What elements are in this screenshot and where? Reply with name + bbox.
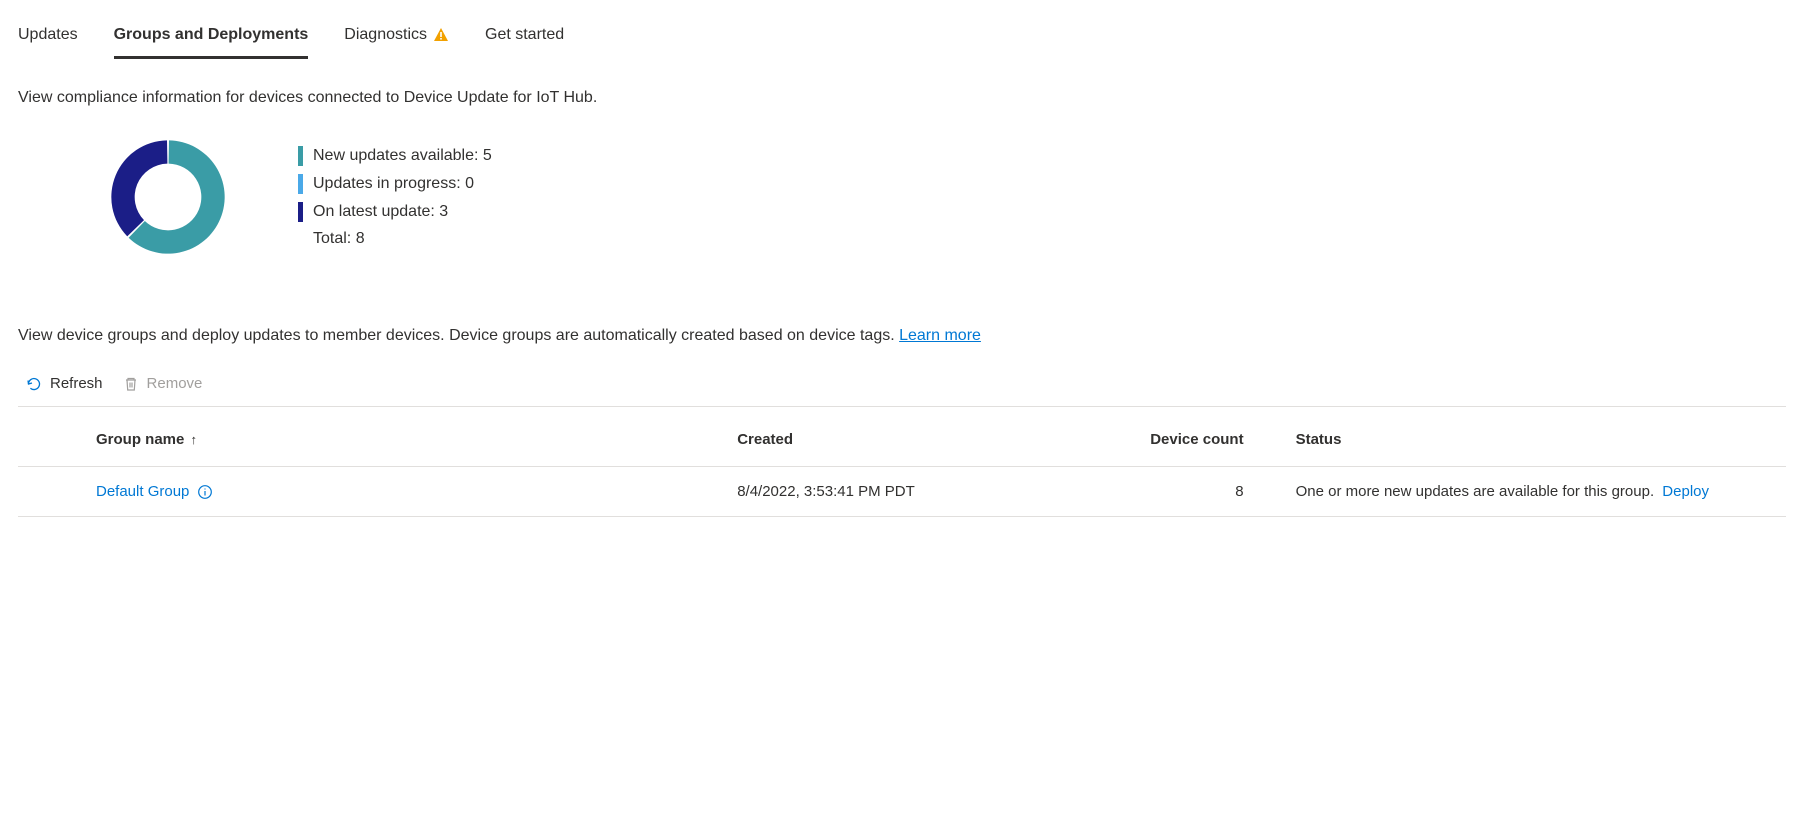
tab-diagnostics[interactable]: Diagnostics bbox=[344, 18, 449, 59]
remove-button: Remove bbox=[123, 375, 203, 392]
status-text: One or more new updates are available fo… bbox=[1296, 483, 1655, 500]
cell-status: One or more new updates are available fo… bbox=[1256, 467, 1786, 517]
learn-more-link[interactable]: Learn more bbox=[899, 327, 981, 344]
groups-description-text: View device groups and deploy updates to… bbox=[18, 327, 895, 344]
sort-ascending-icon: ↑ bbox=[191, 432, 198, 447]
remove-label: Remove bbox=[147, 375, 203, 392]
tab-diagnostics-label: Diagnostics bbox=[344, 26, 427, 44]
legend-label: Updates in progress: 0 bbox=[313, 175, 474, 193]
column-header-group-name[interactable]: Group name ↑ bbox=[18, 413, 725, 467]
legend-swatch bbox=[298, 174, 303, 194]
legend-label: New updates available: 5 bbox=[313, 147, 492, 165]
legend-label: On latest update: 3 bbox=[313, 203, 448, 221]
column-header-status[interactable]: Status bbox=[1256, 413, 1786, 467]
deploy-link[interactable]: Deploy bbox=[1662, 483, 1709, 500]
legend-swatch bbox=[298, 202, 303, 222]
tab-get-started[interactable]: Get started bbox=[485, 18, 564, 59]
groups-description: View device groups and deploy updates to… bbox=[18, 327, 1786, 345]
compliance-section: New updates available: 5 Updates in progr… bbox=[18, 127, 1786, 267]
refresh-button[interactable]: Refresh bbox=[26, 375, 103, 392]
group-name-text: Default Group bbox=[96, 483, 189, 500]
legend-item: On latest update: 3 bbox=[298, 202, 492, 222]
tab-groups-deployments[interactable]: Groups and Deployments bbox=[114, 18, 309, 59]
cell-device-count: 8 bbox=[1079, 467, 1256, 517]
refresh-label: Refresh bbox=[50, 375, 103, 392]
groups-table: Group name ↑ Created Device count Status… bbox=[18, 413, 1786, 517]
column-header-created[interactable]: Created bbox=[725, 413, 1079, 467]
donut-slice bbox=[111, 140, 167, 236]
column-header-device-count[interactable]: Device count bbox=[1079, 413, 1256, 467]
compliance-donut-chart bbox=[98, 127, 238, 267]
table-row: Default Group 8/4/2022, 3:53:41 PM PDT 8… bbox=[18, 467, 1786, 517]
info-icon[interactable] bbox=[197, 484, 213, 500]
legend-swatch bbox=[298, 146, 303, 166]
group-name-link[interactable]: Default Group bbox=[96, 483, 213, 500]
legend-item: Updates in progress: 0 bbox=[298, 174, 492, 194]
refresh-icon bbox=[26, 376, 42, 392]
groups-table-container: Group name ↑ Created Device count Status… bbox=[18, 413, 1786, 517]
column-header-group-label: Group name bbox=[96, 431, 184, 448]
compliance-legend: New updates available: 5 Updates in progr… bbox=[298, 146, 492, 248]
legend-total: Total: 8 bbox=[313, 230, 492, 248]
legend-item: New updates available: 5 bbox=[298, 146, 492, 166]
groups-toolbar: Refresh Remove bbox=[18, 365, 1786, 407]
cell-created: 8/4/2022, 3:53:41 PM PDT bbox=[725, 467, 1079, 517]
compliance-description: View compliance information for devices … bbox=[18, 89, 1786, 107]
warning-icon bbox=[433, 27, 449, 43]
trash-icon bbox=[123, 376, 139, 392]
tabs-bar: Updates Groups and Deployments Diagnosti… bbox=[18, 18, 1786, 59]
tab-updates[interactable]: Updates bbox=[18, 18, 78, 59]
